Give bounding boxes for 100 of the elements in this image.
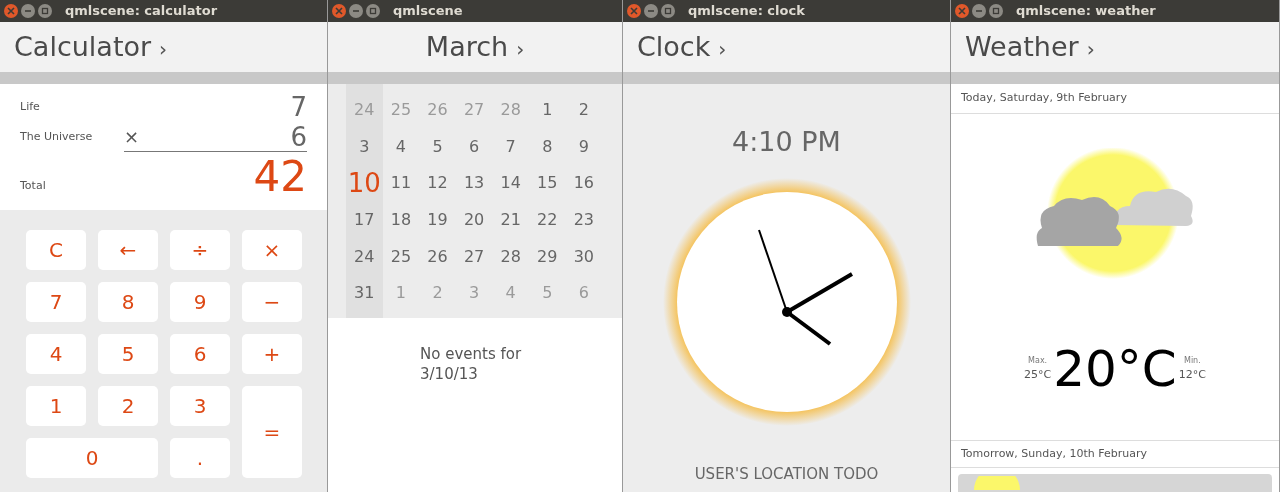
sun-icon: [972, 476, 1022, 490]
page-title: March: [425, 29, 509, 64]
calendar-day[interactable]: 25: [382, 238, 420, 275]
calendar-day[interactable]: 14: [492, 165, 529, 202]
calendar-day[interactable]: 26: [419, 92, 456, 129]
day-heading: Tomorrow, Sunday, 10th February: [961, 445, 1148, 462]
chevron-icon[interactable]: ›: [516, 30, 525, 64]
close-icon[interactable]: [332, 4, 346, 18]
calendar-day[interactable]: 1: [528, 92, 566, 129]
window-title: qmlscene: [393, 2, 463, 21]
operand-value: 7: [290, 94, 307, 120]
calendar-day[interactable]: 3: [346, 128, 383, 166]
calendar-day[interactable]: 17: [346, 201, 383, 239]
calendar-day[interactable]: 21: [492, 201, 529, 239]
key-button[interactable]: 6: [170, 334, 230, 374]
calendar-day[interactable]: 9: [565, 128, 603, 166]
total-label: Total: [20, 177, 46, 194]
calendar-day[interactable]: 16: [565, 165, 603, 202]
calendar-day[interactable]: 11: [382, 165, 420, 202]
calendar-day[interactable]: 26: [419, 238, 456, 275]
max-label: Max.: [1028, 354, 1048, 367]
calendar-day[interactable]: 6: [455, 128, 493, 166]
key-button[interactable]: ÷: [170, 230, 230, 270]
key-button[interactable]: 5: [98, 334, 158, 374]
calendar-day[interactable]: 10: [346, 165, 383, 202]
page-title: Weather: [965, 29, 1079, 64]
calendar-day[interactable]: 1: [382, 274, 420, 312]
calendar-day[interactable]: 13: [455, 165, 493, 202]
calendar-day[interactable]: 4: [492, 274, 529, 312]
key-button[interactable]: ←: [98, 230, 158, 270]
day-heading: Today, Saturday, 9th February: [961, 90, 1127, 107]
digital-time: 4:10 PM: [732, 125, 841, 159]
maximize-icon[interactable]: [366, 4, 380, 18]
close-icon[interactable]: [955, 4, 969, 18]
maximize-icon[interactable]: [989, 4, 1003, 18]
calendar-day[interactable]: 5: [528, 274, 566, 312]
calendar-day[interactable]: 18: [382, 201, 420, 239]
key-button[interactable]: 8: [98, 282, 158, 322]
key-button[interactable]: =: [242, 386, 302, 478]
key-button[interactable]: C: [26, 230, 86, 270]
location-text: USER'S LOCATION TODO: [694, 463, 879, 485]
total-value: 42: [253, 156, 307, 198]
calendar-day[interactable]: 28: [492, 92, 529, 129]
no-events-message: No events for 3/10/13: [420, 344, 523, 385]
calendar-day[interactable]: 19: [419, 201, 456, 239]
calendar-day[interactable]: 29: [528, 238, 566, 275]
calendar-day[interactable]: 31: [346, 274, 383, 312]
key-button[interactable]: +: [242, 334, 302, 374]
min-label: Min.: [1184, 354, 1201, 367]
window-title: qmlscene: weather: [1016, 2, 1156, 21]
calendar-day[interactable]: 4: [382, 128, 420, 166]
maximize-icon[interactable]: [661, 4, 675, 18]
calendar-day[interactable]: 27: [455, 92, 493, 129]
calendar-day[interactable]: 5: [419, 128, 456, 166]
calendar-day[interactable]: 28: [492, 238, 529, 275]
min-temperature: 12°C: [1178, 366, 1206, 383]
page-title: Clock: [637, 29, 711, 64]
key-button[interactable]: 9: [170, 282, 230, 322]
calendar-day[interactable]: 23: [565, 201, 603, 239]
calendar-day[interactable]: 3: [455, 274, 493, 312]
operand-label: Life: [20, 98, 41, 115]
minimize-icon[interactable]: [972, 4, 986, 18]
calendar-day[interactable]: 24: [346, 238, 383, 275]
calendar-day[interactable]: 22: [528, 201, 566, 239]
key-button[interactable]: ×: [242, 230, 302, 270]
calendar-day[interactable]: 27: [455, 238, 493, 275]
close-icon[interactable]: [4, 4, 18, 18]
key-button[interactable]: 0: [26, 438, 158, 478]
window-title: qmlscene: clock: [688, 2, 805, 21]
key-button[interactable]: 3: [170, 386, 230, 426]
calendar-day[interactable]: 2: [419, 274, 456, 312]
key-button[interactable]: .: [170, 438, 230, 478]
operand-value: 6: [290, 123, 307, 150]
max-temperature: 25°C: [1024, 366, 1052, 383]
chevron-icon[interactable]: ›: [718, 30, 727, 64]
calendar-day[interactable]: 8: [528, 128, 566, 166]
operator-symbol: ×: [124, 125, 140, 149]
minimize-icon[interactable]: [644, 4, 658, 18]
minimize-icon[interactable]: [349, 4, 363, 18]
chevron-icon[interactable]: ›: [1086, 30, 1095, 64]
key-button[interactable]: 2: [98, 386, 158, 426]
maximize-icon[interactable]: [38, 4, 52, 18]
calendar-day[interactable]: 2: [565, 92, 603, 129]
calendar-day[interactable]: 7: [492, 128, 529, 166]
calendar-day[interactable]: 6: [565, 274, 603, 312]
key-button[interactable]: 7: [26, 282, 86, 322]
current-temperature: 20°C: [1053, 344, 1177, 394]
page-title: Calculator: [14, 29, 152, 64]
close-icon[interactable]: [627, 4, 641, 18]
key-button[interactable]: 4: [26, 334, 86, 374]
minimize-icon[interactable]: [21, 4, 35, 18]
calendar-day[interactable]: 12: [419, 165, 456, 202]
calendar-day[interactable]: 25: [382, 92, 420, 129]
operand-label: The Universe: [20, 128, 94, 145]
calendar-day[interactable]: 30: [565, 238, 603, 275]
calendar-day[interactable]: 20: [455, 201, 493, 239]
chevron-icon[interactable]: ›: [159, 30, 168, 64]
calendar-day[interactable]: 15: [528, 165, 566, 202]
key-button[interactable]: 1: [26, 386, 86, 426]
key-button[interactable]: −: [242, 282, 302, 322]
